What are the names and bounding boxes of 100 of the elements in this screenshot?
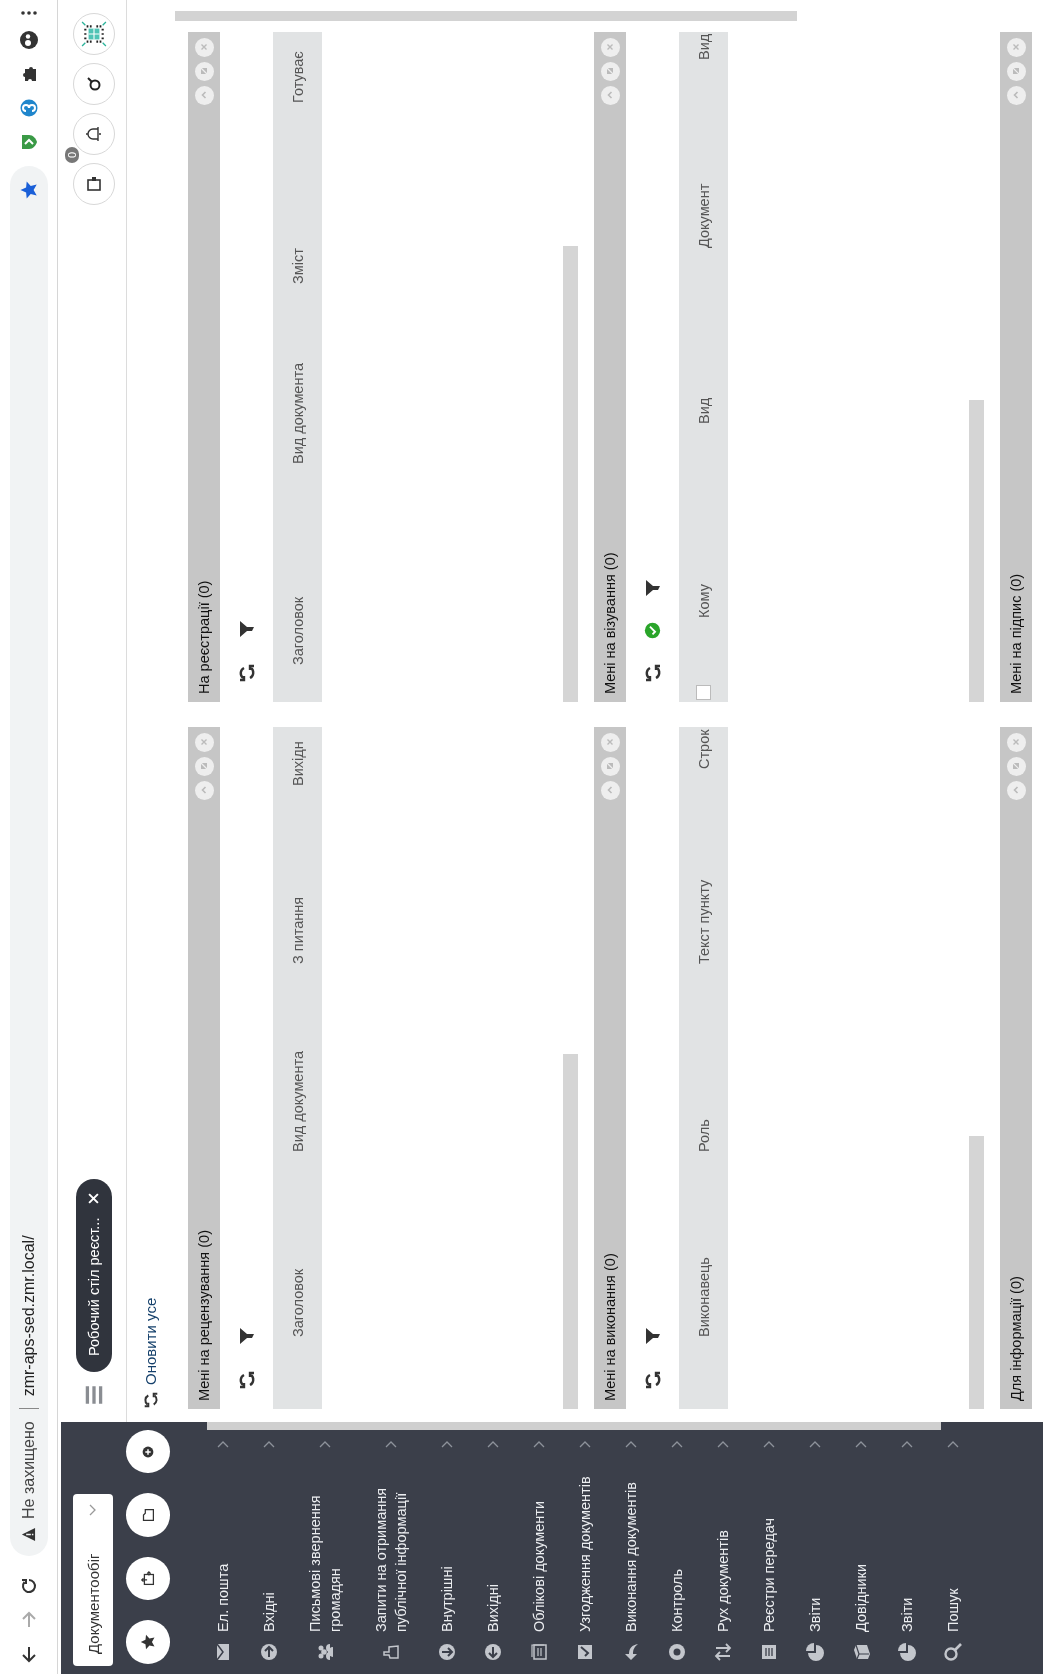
document-icon <box>529 1642 549 1662</box>
star-icon <box>139 1633 157 1652</box>
chevron-down-icon <box>89 1504 97 1516</box>
scrollbar-thumb[interactable] <box>207 1422 941 1430</box>
arrow-circle-icon <box>259 1642 279 1662</box>
resize-button[interactable] <box>1006 62 1026 81</box>
chevron-right-icon <box>217 1440 229 1448</box>
tab[interactable]: Робочий стіл реєст... <box>75 1178 112 1372</box>
column-header[interactable]: Строк <box>695 729 712 769</box>
refresh-icon <box>141 1391 160 1409</box>
panel-title: На реєстрації (0) <box>196 580 212 694</box>
menu-item[interactable]: Облікові документи <box>516 1430 562 1674</box>
arrow-circle-icon <box>483 1642 503 1662</box>
menu-item[interactable]: Контроль <box>654 1430 700 1674</box>
chevron-right-icon <box>533 1440 545 1448</box>
add-button[interactable] <box>126 1430 170 1474</box>
menu-item[interactable]: Рух документів <box>700 1430 746 1674</box>
chevron-right-icon <box>809 1440 821 1448</box>
logo <box>80 21 107 47</box>
column-header[interactable]: З питання <box>289 896 306 964</box>
menu-item[interactable]: Ел. пошта <box>200 1430 246 1674</box>
scrollbar-thumb[interactable] <box>175 11 797 21</box>
export-button[interactable] <box>126 1557 170 1601</box>
menu-item[interactable]: Реєстри передач <box>746 1430 792 1674</box>
chevron-right-icon <box>901 1440 913 1448</box>
check-circle-icon[interactable] <box>644 622 661 639</box>
scrollbar-thumb[interactable] <box>563 1054 578 1409</box>
column-header[interactable]: Виконавець <box>695 1257 712 1337</box>
chevron-right-icon <box>763 1440 775 1448</box>
column-header[interactable]: Готуває <box>289 51 306 103</box>
menu-item[interactable]: Запити на отримання публічної інформації <box>358 1430 424 1674</box>
resize-button[interactable] <box>194 757 214 776</box>
app-logo-button[interactable] <box>72 13 115 55</box>
column-header[interactable]: Роль <box>695 1119 712 1152</box>
menu-item[interactable]: Узгодження документів <box>562 1430 608 1674</box>
profile-icon[interactable] <box>18 30 39 50</box>
column-header[interactable]: Кому <box>695 584 712 618</box>
resize-button[interactable] <box>194 62 214 81</box>
menu-item[interactable]: Довідники <box>838 1430 884 1674</box>
export-icon <box>139 1569 157 1588</box>
column-header[interactable]: Зміст <box>289 248 306 284</box>
menu-icon[interactable] <box>18 10 39 16</box>
extension-circle-icon[interactable] <box>18 98 39 118</box>
resize-button[interactable] <box>1006 757 1026 776</box>
menu-item[interactable]: Виконання документів <box>608 1430 654 1674</box>
column-header[interactable]: Вид документа <box>289 1051 306 1152</box>
menu-item[interactable]: Вхідні <box>246 1430 292 1674</box>
panel-title: Мені на виконання (0) <box>602 1253 618 1401</box>
url-text: zmr-aps-sed.zmr.local/ <box>19 1235 38 1397</box>
close-icon[interactable] <box>88 1192 99 1204</box>
search-button[interactable] <box>72 63 115 105</box>
resize-button[interactable] <box>600 757 620 776</box>
notification-badge: 0 <box>64 146 79 163</box>
module-dropdown[interactable]: Документообіг <box>73 1494 113 1666</box>
column-header[interactable]: Вид <box>695 397 712 424</box>
arrow-circle-icon <box>437 1642 457 1662</box>
menu-item[interactable]: Пошук <box>930 1430 976 1674</box>
favorites-button[interactable] <box>126 1620 170 1664</box>
chevron-right-icon <box>385 1440 397 1448</box>
chevron-right-icon <box>441 1440 453 1448</box>
chevron-right-icon <box>671 1440 683 1448</box>
menu-item[interactable]: Звіти <box>884 1430 930 1674</box>
bell-icon <box>83 124 104 144</box>
select-all-checkbox[interactable] <box>696 685 711 700</box>
column-header[interactable]: Вихідн <box>289 741 306 786</box>
security-label: Не захищено <box>19 1421 38 1519</box>
logout-button[interactable] <box>72 163 115 205</box>
refresh-all-link[interactable]: Оновити усе <box>141 1297 160 1409</box>
swap-arrows-icon <box>713 1642 733 1662</box>
menu-item[interactable]: Вихідні <box>470 1430 516 1674</box>
list-icon <box>759 1642 779 1662</box>
chevron-right-icon <box>263 1440 275 1448</box>
chevron-right-icon <box>855 1440 867 1448</box>
panel-title: Мені на візування (0) <box>602 552 618 694</box>
warning-icon <box>21 1527 36 1542</box>
panel-title: Мені на рецензування (0) <box>196 1230 212 1401</box>
pie-chart-icon <box>805 1642 825 1662</box>
chevron-right-icon <box>319 1440 331 1448</box>
scrollbar-thumb[interactable] <box>969 400 984 702</box>
column-header[interactable]: Текст пункту <box>695 879 712 964</box>
folder-button[interactable] <box>126 1493 170 1537</box>
column-header[interactable]: Заголовок <box>289 596 306 665</box>
chevron-right-icon <box>487 1440 499 1448</box>
target-icon <box>667 1642 687 1662</box>
column-header[interactable]: Вид документа <box>289 363 306 464</box>
column-header[interactable]: Заголовок <box>289 1268 306 1337</box>
search-icon <box>943 1642 963 1662</box>
scrollbar-thumb[interactable] <box>969 1136 984 1409</box>
chevron-right-icon <box>579 1440 591 1448</box>
scrollbar-thumb[interactable] <box>563 246 578 702</box>
checkbox-icon <box>575 1642 595 1662</box>
books-icon <box>851 1642 871 1662</box>
column-header[interactable]: Вид <box>695 33 712 60</box>
menu-item[interactable]: Письмові звернення громадян <box>292 1430 358 1674</box>
address-bar[interactable]: Не захищено zmr-aps-sed.zmr.local/ <box>9 166 48 1556</box>
chevron-right-icon <box>625 1440 637 1448</box>
resize-button[interactable] <box>600 62 620 81</box>
menu-item[interactable]: Внутрішні <box>424 1430 470 1674</box>
menu-item[interactable]: Звіти <box>792 1430 838 1674</box>
column-header[interactable]: Документ <box>695 183 712 248</box>
